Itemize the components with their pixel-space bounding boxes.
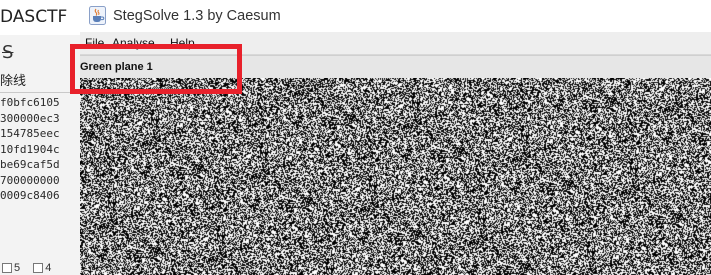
strikethrough-icon[interactable]: S: [2, 42, 13, 63]
hex-line: 154785eec: [0, 127, 60, 140]
checkbox-label: 4: [45, 262, 52, 274]
hex-list: f0bfc6105 300000ec3 154785eec 10fd1904c …: [0, 95, 80, 204]
bit-plane-image: [80, 78, 711, 275]
java-coffee-cup-icon: [89, 6, 106, 25]
hex-line: 700000000: [0, 173, 60, 187]
hex-line: be69caf5d: [0, 158, 60, 171]
checkbox[interactable]: [33, 263, 44, 274]
hex-line: 0009c8406: [0, 189, 60, 202]
highlight-annotation: [70, 44, 242, 94]
checkbox[interactable]: [2, 263, 12, 274]
window-title: StegSolve 1.3 by Caesum: [113, 8, 281, 24]
title-bar[interactable]: StegSolve 1.3 by Caesum: [80, 0, 711, 32]
background-window-title: DASCTF: [0, 0, 80, 35]
background-window: DASCTF S 除线 f0bfc6105 300000ec3 154785ee…: [0, 0, 80, 275]
divider: [0, 92, 80, 93]
hex-line: 10fd1904c: [0, 142, 60, 156]
strikethrough-label: 除线: [0, 73, 27, 88]
stegsolve-window: StegSolve 1.3 by Caesum File Analyse Hel…: [80, 0, 711, 275]
hex-line: f0bfc6105: [0, 96, 60, 109]
noise-canvas: [80, 78, 711, 275]
background-bottom-bar: 5 4: [0, 262, 80, 275]
hex-line: 300000ec3: [0, 111, 60, 125]
checkbox-label: 5: [14, 262, 21, 274]
